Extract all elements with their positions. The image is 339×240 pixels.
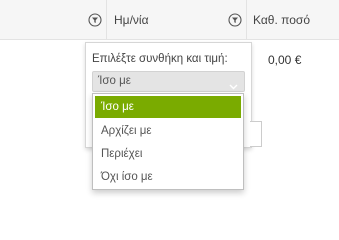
amount-cell: 0,00 € [268,53,302,67]
filter-condition-label: Επιλέξτε συνθήκη και τιμή: [92,53,228,65]
dropdown-option-equals[interactable]: Ίσο με [95,96,241,118]
condition-select-value: Ίσο με [98,75,131,87]
filter-icon[interactable] [88,13,102,27]
condition-select[interactable]: Ίσο με [92,71,245,92]
filter-icon[interactable] [228,13,242,27]
dropdown-option-not-equal[interactable]: Όχι ίσο με [95,166,241,188]
column-divider[interactable] [246,0,247,40]
column-header-date[interactable]: Ημ/νία [114,0,149,40]
dropdown-option-contains[interactable]: Περιέχει [95,143,241,165]
dropdown-option-starts-with[interactable]: Αρχίζει με [95,120,241,142]
column-divider[interactable] [106,0,107,40]
filter-apply-button[interactable]: ς [250,121,262,147]
column-header-amount[interactable]: Καθ. ποσό [253,0,310,40]
condition-dropdown-list: Ίσο με Αρχίζει με Περιέχει Όχι ίσο με [92,93,244,190]
grid-header-row: Ημ/νία Καθ. ποσό [0,0,339,40]
